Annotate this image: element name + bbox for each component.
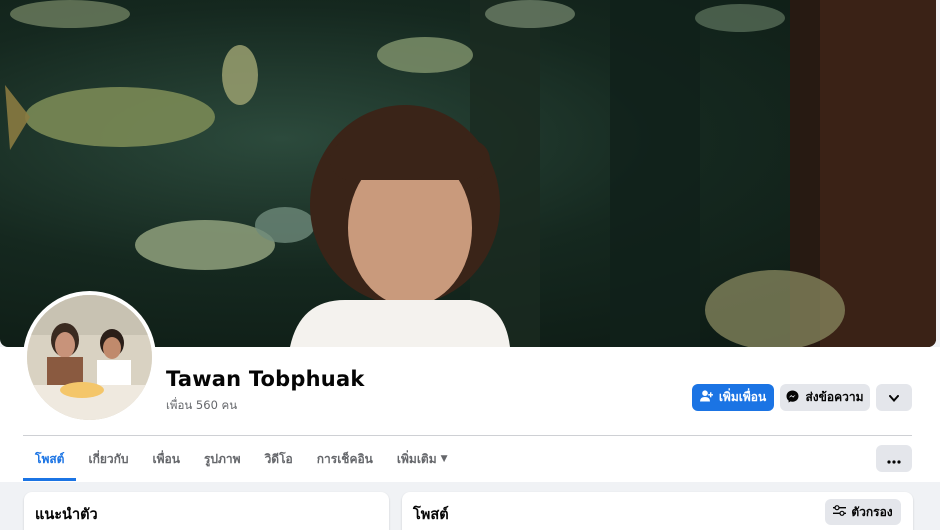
tab-label: วิดีโอ <box>264 451 293 466</box>
person-plus-icon <box>699 390 714 405</box>
tab-label: โพสต์ <box>35 451 65 466</box>
tab-checkins[interactable]: การเช็คอิน <box>305 437 385 481</box>
intro-title: แนะนำตัว <box>35 507 98 523</box>
tab-friends[interactable]: เพื่อน <box>141 437 192 481</box>
filter-button[interactable]: ตัวกรอง <box>825 499 901 525</box>
cover-image <box>5 0 936 347</box>
profile-tabs: โพสต์ เกี่ยวกับ เพื่อน รูปภาพ วิดีโอ การ… <box>23 437 460 481</box>
intro-card: แนะนำตัว <box>24 492 389 530</box>
header-divider <box>23 435 912 436</box>
ellipsis-icon <box>887 449 901 468</box>
message-label: ส่งข้อความ <box>805 390 864 404</box>
add-friend-label: เพิ่มเพื่อน <box>718 390 767 404</box>
filter-label: ตัวกรอง <box>851 504 893 519</box>
tab-label: เพื่อน <box>152 451 180 466</box>
caret-down-icon: ▼ <box>440 454 448 464</box>
sliders-icon <box>833 505 847 519</box>
tab-photos[interactable]: รูปภาพ <box>192 437 253 481</box>
tabs-more-button[interactable] <box>876 445 912 472</box>
profile-name: Tawan Tobphuak <box>166 367 365 391</box>
tab-posts[interactable]: โพสต์ <box>23 437 77 481</box>
friends-count[interactable]: เพื่อน 560 คน <box>166 397 237 415</box>
tab-more[interactable]: เพิ่มเติม ▼ <box>385 437 460 481</box>
tab-videos[interactable]: วิดีโอ <box>253 437 305 481</box>
message-button[interactable]: ส่งข้อความ <box>780 384 870 411</box>
more-options-button[interactable] <box>876 384 912 411</box>
avatar-image <box>27 295 152 420</box>
tab-label: การเช็คอิน <box>316 451 373 466</box>
cover-photo[interactable] <box>0 0 936 347</box>
profile-page: Tawan Tobphuak เพื่อน 560 คน เพิ่มเพื่อน… <box>0 0 940 530</box>
chevron-down-icon <box>889 391 899 405</box>
tab-about[interactable]: เกี่ยวกับ <box>76 437 140 481</box>
tab-label: รูปภาพ <box>203 451 241 466</box>
add-friend-button[interactable]: เพิ่มเพื่อน <box>692 384 774 411</box>
posts-title: โพสต์ <box>413 507 449 523</box>
profile-avatar[interactable] <box>23 291 156 424</box>
tab-label: เพิ่มเติม <box>396 451 437 466</box>
posts-card: โพสต์ ตัวกรอง <box>402 492 913 530</box>
tab-label: เกี่ยวกับ <box>88 451 129 466</box>
messenger-icon <box>786 390 799 406</box>
